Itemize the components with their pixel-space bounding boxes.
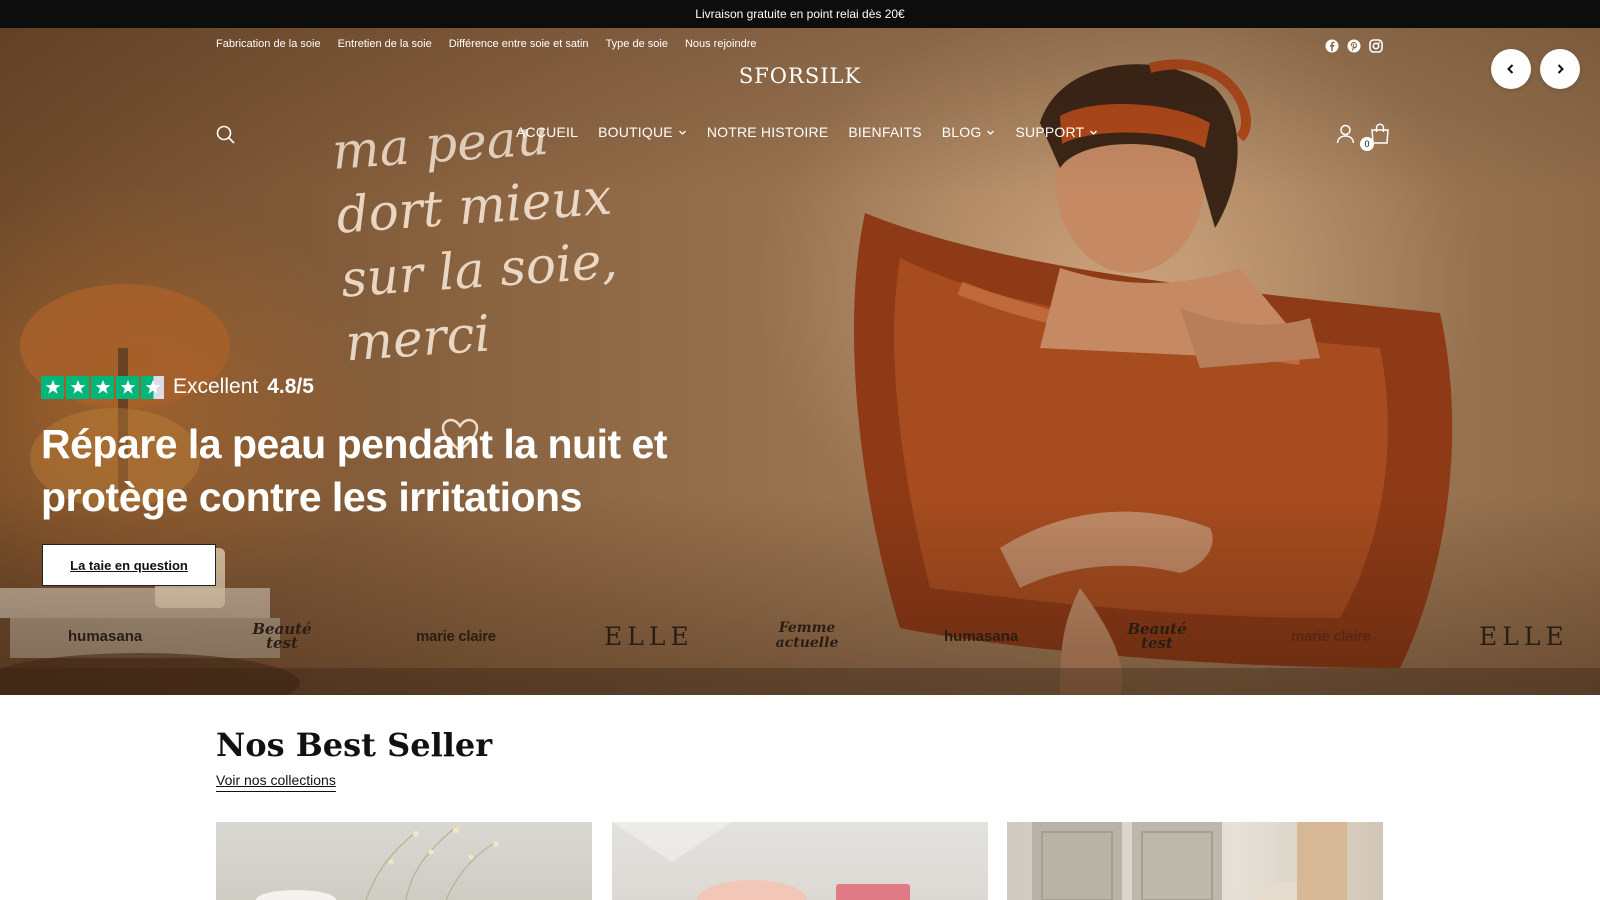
facebook-icon[interactable] bbox=[1325, 39, 1339, 53]
hero-cta-button[interactable]: La taie en question bbox=[42, 544, 216, 586]
cart-count-badge: 0 bbox=[1360, 137, 1374, 151]
star-icon bbox=[66, 375, 89, 399]
utility-nav: Fabrication de la soie Entretien de la s… bbox=[216, 38, 756, 50]
rating-stars bbox=[41, 375, 164, 399]
press-logo-marie-claire: marie claire bbox=[416, 627, 496, 645]
utility-link-type[interactable]: Type de soie bbox=[606, 38, 668, 50]
press-logos: humasana Beauté test marie claire ELLE F… bbox=[0, 616, 1600, 656]
product-image bbox=[256, 826, 499, 900]
pinterest-icon[interactable] bbox=[1347, 39, 1361, 53]
chevron-down-icon bbox=[678, 130, 686, 135]
headline-line-2: protège contre les irritations bbox=[41, 474, 582, 520]
product-image bbox=[1032, 822, 1347, 900]
product-card[interactable] bbox=[1007, 822, 1383, 900]
hero-banner: ma peau dort mieux sur la soie, merci Fa… bbox=[0, 28, 1600, 695]
best-seller-title: Nos Best Seller bbox=[216, 726, 493, 764]
star-half-icon bbox=[141, 375, 164, 399]
hero-handwriting: ma peau dort mieux sur la soie, merci bbox=[330, 101, 624, 376]
press-logo-elle: ELLE bbox=[1479, 621, 1569, 651]
nav-item-bienfaits[interactable]: BIENFAITS bbox=[848, 124, 921, 140]
nav-item-accueil[interactable]: ACCUEIL bbox=[516, 124, 578, 140]
account-icon[interactable] bbox=[1336, 124, 1355, 149]
nav-label: SUPPORT bbox=[1015, 124, 1085, 140]
press-logo-beaute-test: Beauté test bbox=[1127, 620, 1187, 652]
announcement-text: Livraison gratuite en point relai dès 20… bbox=[695, 7, 905, 21]
product-image bbox=[612, 822, 910, 900]
prev-slide-button[interactable] bbox=[1491, 49, 1531, 89]
trustpilot-rating[interactable]: Excellent 4.8/5 bbox=[41, 375, 314, 399]
press-logo-marie-claire: marie claire bbox=[1291, 627, 1371, 645]
nav-item-support[interactable]: SUPPORT bbox=[1015, 124, 1098, 140]
view-collections-link[interactable]: Voir nos collections bbox=[216, 772, 336, 792]
press-logo-elle: ELLE bbox=[604, 621, 694, 651]
nav-label: BLOG bbox=[941, 124, 982, 140]
press-logo-humasana: humasana bbox=[68, 627, 143, 645]
rating-word: Excellent bbox=[173, 375, 259, 398]
next-slide-button[interactable] bbox=[1540, 49, 1580, 89]
utility-link-fabrication[interactable]: Fabrication de la soie bbox=[216, 38, 321, 50]
hero-headline: Répare la peau pendant la nuit et protèg… bbox=[41, 418, 741, 524]
social-links bbox=[1325, 39, 1383, 53]
announcement-bar: Livraison gratuite en point relai dès 20… bbox=[0, 0, 1600, 28]
chevron-right-icon bbox=[1557, 64, 1564, 74]
headline-line-1: Répare la peau pendant la nuit et bbox=[41, 421, 667, 467]
nav-label: NOTRE HISTOIRE bbox=[706, 124, 829, 140]
nav-item-blog[interactable]: BLOG bbox=[942, 124, 996, 140]
product-card[interactable] bbox=[612, 822, 988, 900]
product-card[interactable] bbox=[216, 822, 592, 900]
utility-link-rejoindre[interactable]: Nous rejoindre bbox=[685, 38, 757, 50]
chevron-down-icon bbox=[1090, 130, 1098, 135]
press-logo-beaute-test: Beauté test bbox=[252, 620, 312, 652]
search-icon[interactable] bbox=[216, 125, 235, 149]
site-logo[interactable]: SFORSILK bbox=[0, 64, 1600, 88]
nav-label: BIENFAITS bbox=[848, 124, 922, 140]
star-icon bbox=[91, 375, 114, 399]
chevron-down-icon bbox=[987, 130, 995, 135]
nav-item-boutique[interactable]: BOUTIQUE bbox=[598, 124, 687, 140]
star-icon bbox=[41, 375, 64, 399]
nav-label: BOUTIQUE bbox=[598, 124, 673, 140]
main-nav: ACCUEIL BOUTIQUE NOTRE HISTOIRE BIENFAIT… bbox=[516, 124, 1098, 140]
press-logo-humasana: humasana bbox=[944, 627, 1019, 645]
utility-link-entretien[interactable]: Entretien de la soie bbox=[338, 38, 432, 50]
nav-label: ACCUEIL bbox=[516, 124, 579, 140]
rating-value: 4.8/5 bbox=[267, 375, 314, 398]
instagram-icon[interactable] bbox=[1369, 39, 1383, 53]
star-icon bbox=[116, 375, 139, 399]
nav-item-notre-histoire[interactable]: NOTRE HISTOIRE bbox=[707, 124, 829, 140]
utility-link-difference[interactable]: Différence entre soie et satin bbox=[449, 38, 589, 50]
press-logo-femme-actuelle: Femme actuelle bbox=[775, 620, 839, 651]
chevron-left-icon bbox=[1507, 64, 1514, 74]
